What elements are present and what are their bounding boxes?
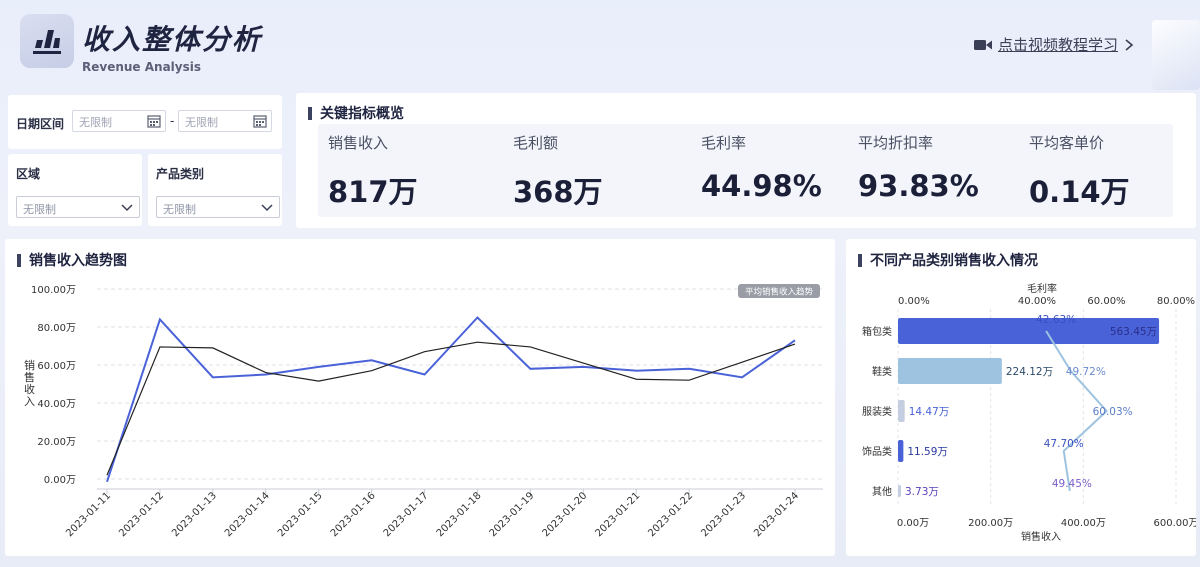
- kpi-section-title: 关键指标概览: [308, 103, 404, 123]
- chevron-down-icon: [121, 204, 133, 212]
- page-title: 收入整体分析: [82, 23, 263, 56]
- x-tick-label: 2023-01-14: [223, 490, 272, 539]
- x-tick-label: 2023-01-24: [752, 490, 801, 539]
- category-label: 箱包类: [862, 325, 892, 338]
- average-trend-line[interactable]: [106, 341, 796, 476]
- bar-chart-logo-icon: [33, 30, 61, 54]
- video-link-label: 点击视频教程学习: [997, 36, 1118, 54]
- x2-tick-label: 0.00%: [898, 296, 930, 307]
- video-icon: [973, 39, 992, 50]
- kpi-label: 毛利率: [701, 134, 747, 152]
- x-axis-label: 销售收入: [1021, 530, 1061, 543]
- kpi-label: 毛利额: [513, 134, 559, 152]
- calendar-icon: [147, 115, 161, 128]
- region-select[interactable]: 无限制: [16, 196, 140, 218]
- revenue-value-label: 3.73万: [905, 486, 939, 498]
- x2-axis-label: 毛利率: [1027, 282, 1057, 295]
- kpi-label: 平均折扣率: [858, 134, 934, 152]
- x2-tick-label: 60.00%: [1087, 296, 1125, 307]
- y-tick-label: 100.00万: [31, 285, 76, 296]
- y-tick-label: 0.00万: [44, 475, 76, 486]
- chevron-right-icon: [1125, 38, 1134, 51]
- margin-value-label: 60.03%: [1093, 406, 1133, 418]
- kpi-gross-profit: 毛利额 368万: [513, 124, 603, 211]
- kpi-panel: 销售收入 817万 毛利额 368万 毛利率 44.98% 平均折扣率 93.8…: [318, 124, 1173, 217]
- x-tick-label: 2023-01-20: [541, 490, 590, 539]
- revenue-value-label: 563.45万: [1110, 326, 1157, 338]
- y-axis-label: 销售收入: [24, 358, 35, 408]
- x-tick-label: 2023-01-11: [64, 490, 113, 539]
- chevron-down-icon: [261, 204, 273, 212]
- revenue-value-label: 11.59万: [907, 446, 948, 458]
- date-range-label: 日期区间: [16, 117, 65, 131]
- calendar-icon: [253, 115, 267, 128]
- x-tick-label: 400.00万: [1061, 518, 1106, 529]
- margin-value-label: 42.63%: [1036, 314, 1076, 326]
- date-filter-card: 日期区间 无限制 - 无限制: [8, 95, 282, 149]
- kpi-avg-order-value: 平均客单价 0.14万: [1029, 124, 1130, 211]
- x-tick-label: 2023-01-12: [117, 490, 166, 539]
- category-label: 产品类别: [156, 167, 205, 181]
- revenue-value-label: 14.47万: [909, 406, 950, 418]
- kpi-value: 0.14万: [1029, 175, 1130, 209]
- section-marker: [308, 106, 312, 120]
- kpi-value: 93.83%: [858, 169, 979, 203]
- x-tick-label: 2023-01-19: [488, 490, 537, 539]
- x2-tick-label: 40.00%: [1018, 296, 1056, 307]
- legend-badge-label: 平均销售收入趋势: [745, 287, 814, 298]
- kpi-value: 44.98%: [701, 169, 822, 203]
- category-label: 饰品类: [862, 445, 892, 458]
- x-tick-label: 2023-01-16: [329, 490, 378, 539]
- x-tick-label: 2023-01-15: [276, 490, 325, 539]
- category-filter-card: 产品类别 无限制: [148, 154, 282, 226]
- category-chart: 563.45万 224.12万 14.47万 11.59万 3.73万 42.63% 49…: [862, 282, 1197, 543]
- category-select[interactable]: 无限制: [156, 196, 280, 218]
- revenue-bar[interactable]: [898, 358, 1002, 384]
- revenue-bar[interactable]: [898, 485, 901, 497]
- margin-value-label: 49.72%: [1066, 366, 1106, 378]
- region-filter-card: 区域 无限制: [8, 154, 142, 226]
- x-tick-label: 2023-01-21: [593, 490, 642, 539]
- y-tick-label: 80.00万: [37, 323, 76, 334]
- y-tick-label: 20.00万: [37, 437, 76, 448]
- trend-chart: 0.00万 20.00万 40.00万 60.00万 80.00万 100.00万 202…: [24, 284, 823, 539]
- x-tick-label: 200.00万: [968, 518, 1013, 529]
- decorative-cube: [1152, 20, 1200, 90]
- revenue-value-label: 224.12万: [1006, 366, 1053, 378]
- legend-badge[interactable]: 平均销售收入趋势: [738, 284, 820, 298]
- x-tick-label: 0.00万: [897, 518, 929, 529]
- kpi-sales-revenue: 销售收入 817万: [328, 124, 418, 211]
- video-tutorial-link[interactable]: 点击视频教程学习: [973, 34, 1134, 55]
- page-subtitle: Revenue Analysis: [82, 60, 202, 74]
- margin-value-label: 49.45%: [1052, 478, 1092, 490]
- date-end-input[interactable]: 无限制: [178, 110, 272, 132]
- category-label: 其他: [872, 485, 892, 498]
- kpi-value: 368万: [513, 175, 603, 209]
- x2-tick-label: 80.00%: [1157, 296, 1195, 307]
- sales-revenue-line[interactable]: [106, 316, 796, 483]
- x-tick-label: 2023-01-17: [382, 490, 431, 539]
- revenue-bar[interactable]: [898, 440, 904, 462]
- kpi-avg-discount: 平均折扣率 93.83%: [858, 124, 979, 203]
- page-header: 收入整体分析 Revenue Analysis 点击视频教程学习: [0, 0, 1200, 92]
- x-tick-label: 2023-01-18: [435, 490, 484, 539]
- y-tick-label: 40.00万: [37, 399, 76, 410]
- date-separator: -: [170, 114, 175, 128]
- y-tick-label: 60.00万: [37, 361, 76, 372]
- margin-value-label: 47.70%: [1044, 438, 1084, 450]
- region-label: 区域: [16, 167, 41, 181]
- kpi-gross-margin: 毛利率 44.98%: [701, 124, 822, 203]
- app-logo: [20, 14, 74, 68]
- kpi-label: 平均客单价: [1029, 134, 1105, 152]
- date-start-input[interactable]: 无限制: [72, 110, 166, 132]
- x-tick-label: 2023-01-13: [170, 490, 219, 539]
- category-label: 服装类: [862, 405, 892, 418]
- x-tick-label: 2023-01-22: [646, 490, 695, 539]
- category-label: 鞋类: [872, 365, 892, 378]
- x-tick-label: 2023-01-23: [699, 490, 748, 539]
- x-tick-label: 600.00万: [1154, 518, 1197, 529]
- revenue-bar[interactable]: [898, 400, 905, 422]
- kpi-value: 817万: [328, 175, 418, 209]
- kpi-label: 销售收入: [328, 134, 389, 152]
